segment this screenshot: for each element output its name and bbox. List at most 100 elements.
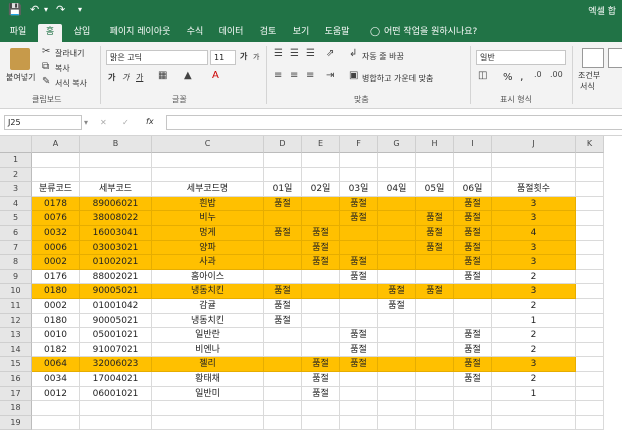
- cell-a10[interactable]: 0180: [32, 284, 80, 299]
- cell-k13[interactable]: [576, 328, 604, 343]
- cell-c11[interactable]: 감귤: [152, 299, 264, 314]
- cell-e15[interactable]: 품절: [302, 357, 340, 372]
- undo-dropdown-icon[interactable]: ▾: [44, 3, 48, 17]
- cell-j7[interactable]: 3: [492, 240, 576, 256]
- tab-file[interactable]: 파일: [4, 24, 32, 42]
- underline-button[interactable]: 가: [136, 72, 143, 83]
- cell-e9[interactable]: [302, 269, 340, 285]
- cell-b1[interactable]: [80, 153, 152, 168]
- cell-d18[interactable]: [264, 401, 302, 416]
- cancel-icon[interactable]: ✕: [100, 118, 107, 127]
- cell-f7[interactable]: [340, 240, 378, 256]
- cell-c4[interactable]: 흰밥: [152, 196, 264, 212]
- cell-b6[interactable]: 16003041: [80, 226, 152, 241]
- cell-a14[interactable]: 0182: [32, 342, 80, 358]
- align-top-icon[interactable]: ☰: [274, 48, 283, 59]
- cell-k6[interactable]: [576, 226, 604, 241]
- cell-b2[interactable]: [80, 167, 152, 183]
- align-center-icon[interactable]: ≡: [290, 70, 298, 81]
- cell-k1[interactable]: [576, 153, 604, 168]
- cell-k7[interactable]: [576, 240, 604, 256]
- cell-i6[interactable]: 품절: [454, 226, 492, 241]
- cell-c6[interactable]: 멍게: [152, 226, 264, 241]
- cell-h8[interactable]: [416, 255, 454, 270]
- cell-a17[interactable]: 0012: [32, 386, 80, 402]
- row-header-1[interactable]: 1: [0, 153, 32, 168]
- currency-icon[interactable]: ◫: [478, 70, 487, 81]
- column-header-h[interactable]: H: [416, 136, 454, 153]
- cell-h14[interactable]: [416, 342, 454, 358]
- tab-home[interactable]: 홈: [38, 24, 62, 42]
- cell-d10[interactable]: 품절: [264, 284, 302, 299]
- cell-d11[interactable]: 품절: [264, 299, 302, 314]
- cell-i10[interactable]: [454, 284, 492, 299]
- column-header-c[interactable]: C: [152, 136, 264, 153]
- redo-icon[interactable]: ↷: [56, 3, 65, 17]
- cell-e3[interactable]: 02일: [302, 182, 340, 197]
- cell-i14[interactable]: 품절: [454, 342, 492, 358]
- cell-b16[interactable]: 17004021: [80, 372, 152, 387]
- row-header-15[interactable]: 15: [0, 357, 32, 372]
- cell-e5[interactable]: [302, 211, 340, 226]
- cell-k15[interactable]: [576, 357, 604, 372]
- cell-b8[interactable]: 01002021: [80, 255, 152, 270]
- cell-j15[interactable]: 3: [492, 357, 576, 372]
- column-header-e[interactable]: E: [302, 136, 340, 153]
- cell-h15[interactable]: [416, 357, 454, 372]
- cell-a5[interactable]: 0076: [32, 211, 80, 226]
- cell-h5[interactable]: 품절: [416, 211, 454, 226]
- cell-a12[interactable]: 0180: [32, 313, 80, 329]
- row-header-6[interactable]: 6: [0, 226, 32, 241]
- cell-a9[interactable]: 0176: [32, 269, 80, 285]
- tell-me-box[interactable]: 어떤 작업을 원하시나요?: [384, 24, 494, 42]
- cell-h7[interactable]: 품절: [416, 240, 454, 256]
- cell-j8[interactable]: 3: [492, 255, 576, 270]
- row-header-4[interactable]: 4: [0, 196, 32, 212]
- cell-e13[interactable]: [302, 328, 340, 343]
- tab-help[interactable]: 도움말: [320, 24, 354, 42]
- paste-icon[interactable]: [10, 48, 30, 70]
- fill-color-icon[interactable]: ▲: [184, 70, 192, 81]
- cell-c17[interactable]: 일반미: [152, 386, 264, 402]
- cell-g12[interactable]: [378, 313, 416, 329]
- cell-i19[interactable]: [454, 415, 492, 430]
- cell-f16[interactable]: [340, 372, 378, 387]
- cell-k19[interactable]: [576, 415, 604, 430]
- cell-a18[interactable]: [32, 401, 80, 416]
- select-all-corner[interactable]: [0, 136, 32, 153]
- cell-h6[interactable]: 품절: [416, 226, 454, 241]
- cell-j6[interactable]: 4: [492, 226, 576, 241]
- cell-j17[interactable]: 1: [492, 386, 576, 402]
- cut-icon[interactable]: ✂: [42, 46, 50, 57]
- cell-c1[interactable]: [152, 153, 264, 168]
- cell-c19[interactable]: [152, 415, 264, 430]
- format-as-table-icon[interactable]: [608, 48, 622, 68]
- cell-d13[interactable]: [264, 328, 302, 343]
- format-painter-icon[interactable]: ✎: [42, 76, 50, 87]
- cell-j2[interactable]: [492, 167, 576, 183]
- row-header-17[interactable]: 17: [0, 386, 32, 402]
- cell-k16[interactable]: [576, 372, 604, 387]
- cell-h9[interactable]: [416, 269, 454, 285]
- tab-review[interactable]: 검토: [254, 24, 282, 42]
- grow-font-button[interactable]: 가: [240, 51, 247, 62]
- cell-i15[interactable]: 품절: [454, 357, 492, 372]
- cell-a7[interactable]: 0006: [32, 240, 80, 256]
- cell-f11[interactable]: [340, 299, 378, 314]
- cut-button[interactable]: 잘라내기: [55, 48, 84, 59]
- row-header-9[interactable]: 9: [0, 269, 32, 285]
- cell-g11[interactable]: 품절: [378, 299, 416, 314]
- cell-f18[interactable]: [340, 401, 378, 416]
- cell-h11[interactable]: [416, 299, 454, 314]
- customize-quick-access-icon[interactable]: ▾: [78, 3, 82, 17]
- cell-e10[interactable]: [302, 284, 340, 299]
- cell-h16[interactable]: [416, 372, 454, 387]
- cell-j4[interactable]: 3: [492, 196, 576, 212]
- cell-k10[interactable]: [576, 284, 604, 299]
- cell-f12[interactable]: [340, 313, 378, 329]
- cell-i3[interactable]: 06일: [454, 182, 492, 197]
- cell-j11[interactable]: 2: [492, 299, 576, 314]
- cell-i1[interactable]: [454, 153, 492, 168]
- cell-h12[interactable]: [416, 313, 454, 329]
- cell-c8[interactable]: 사과: [152, 255, 264, 270]
